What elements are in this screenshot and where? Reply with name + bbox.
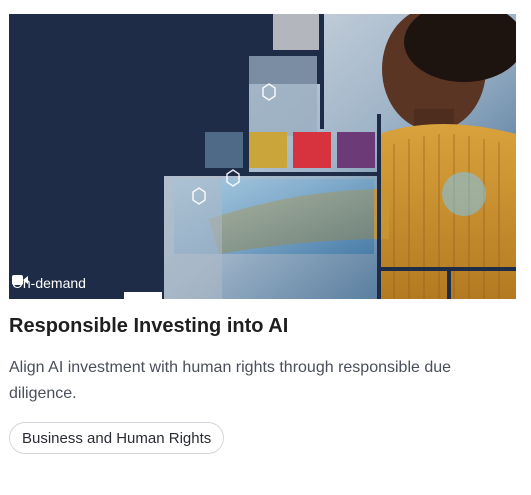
content-card[interactable]: On-demand Responsible Investing into AI … [0, 0, 531, 495]
hero-image[interactable]: On-demand [9, 14, 516, 299]
video-camera-icon [12, 275, 28, 285]
hero-illustration [9, 14, 516, 299]
card-description: Align AI investment with human rights th… [9, 359, 452, 402]
topic-tag[interactable]: Business and Human Rights [9, 422, 225, 454]
card-title[interactable]: Responsible Investing into AI [9, 314, 519, 338]
on-demand-badge: On-demand [12, 274, 86, 292]
